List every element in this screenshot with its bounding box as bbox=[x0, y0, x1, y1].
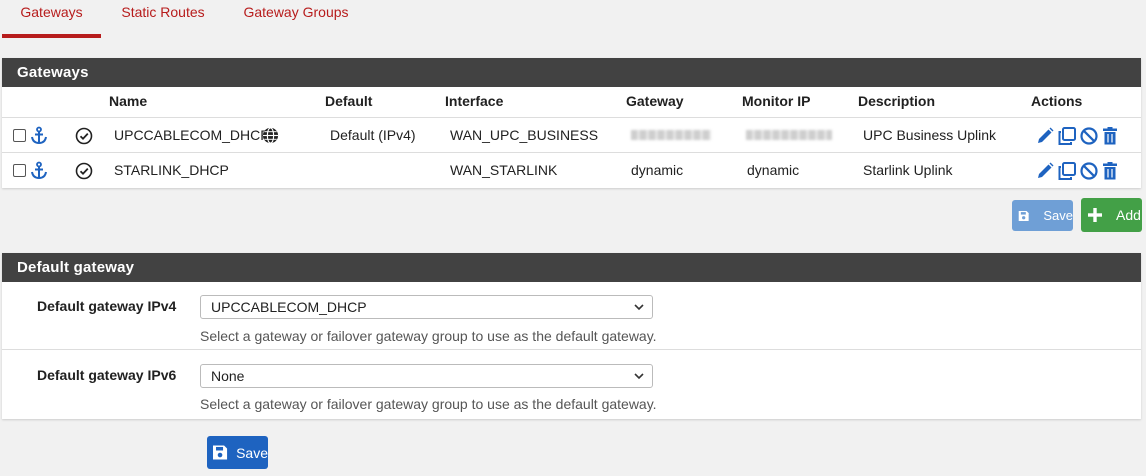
column-header-default: Default bbox=[325, 93, 373, 109]
gateway-description: UPC Business Uplink bbox=[863, 127, 997, 143]
pencil-icon[interactable] bbox=[1035, 126, 1055, 146]
gateways-panel-title: Gateways bbox=[2, 58, 1141, 87]
save-button-label: Save bbox=[236, 444, 268, 461]
column-header-description: Description bbox=[858, 93, 936, 109]
row-select-checkbox[interactable] bbox=[13, 129, 26, 142]
trash-icon[interactable] bbox=[1100, 126, 1120, 146]
column-header-gateway: Gateway bbox=[626, 93, 684, 109]
chevron-down-icon bbox=[634, 304, 644, 311]
gateway-monitor-ip bbox=[746, 118, 832, 153]
tab-static-routes[interactable]: Static Routes bbox=[103, 0, 223, 38]
gateway-default: Default (IPv4) bbox=[330, 127, 416, 143]
copy-icon[interactable] bbox=[1057, 161, 1077, 181]
redacted-monitor-ip bbox=[746, 130, 832, 140]
save-icon bbox=[213, 445, 228, 460]
tab-gateways[interactable]: Gateways bbox=[2, 0, 101, 38]
row-select-checkbox[interactable] bbox=[13, 164, 26, 177]
gateway-address: dynamic bbox=[631, 162, 684, 178]
chevron-down-icon bbox=[634, 373, 644, 380]
gateway-address bbox=[631, 118, 711, 153]
default-gateway-ipv4-select[interactable]: UPCCABLECOM_DHCP bbox=[200, 295, 653, 319]
tab-gateway-groups[interactable]: Gateway Groups bbox=[226, 0, 366, 38]
default-gateway-ipv6-select[interactable]: None bbox=[200, 364, 653, 388]
save-icon bbox=[1018, 210, 1029, 221]
anchor-icon bbox=[31, 161, 47, 180]
column-header-monitor-ip: Monitor IP bbox=[742, 93, 811, 109]
default-gateway-ipv4-help: Select a gateway or failover gateway gro… bbox=[200, 328, 657, 344]
trash-icon[interactable] bbox=[1100, 161, 1120, 181]
default-gateway-panel: Default gateway Default gateway IPv4 UPC… bbox=[2, 253, 1141, 419]
gateways-table: Name Default Interface Gateway Monitor I… bbox=[2, 87, 1141, 188]
redacted-gateway-address bbox=[631, 130, 711, 140]
gateway-name: STARLINK_DHCP bbox=[114, 162, 229, 178]
default-gateway-ipv6-label: Default gateway IPv6 bbox=[37, 367, 177, 383]
default-gateway-ipv4-value: UPCCABLECOM_DHCP bbox=[211, 299, 367, 315]
pencil-icon[interactable] bbox=[1035, 161, 1055, 181]
default-gateway-ipv6-help: Select a gateway or failover gateway gro… bbox=[200, 396, 657, 412]
save-order-button-label: Save bbox=[1043, 208, 1073, 223]
gateway-interface: WAN_UPC_BUSINESS bbox=[450, 127, 599, 143]
add-gateway-button-label: Add bbox=[1116, 207, 1141, 223]
copy-icon[interactable] bbox=[1057, 126, 1077, 146]
default-gateway-ipv4-label: Default gateway IPv4 bbox=[37, 298, 177, 314]
default-gateway-ipv6-value: None bbox=[211, 368, 245, 384]
column-header-interface: Interface bbox=[445, 93, 504, 109]
anchor-icon bbox=[31, 126, 47, 145]
default-gateway-ipv4-row: Default gateway IPv4 UPCCABLECOM_DHCP Se… bbox=[2, 282, 1141, 350]
table-row: UPCCABLECOM_DHCP Default (IPv4) WAN_UPC_… bbox=[2, 117, 1141, 152]
default-gateway-ipv6-row: Default gateway IPv6 None Select a gatew… bbox=[2, 350, 1141, 419]
disable-icon[interactable] bbox=[1079, 161, 1099, 181]
globe-icon bbox=[262, 127, 279, 144]
save-order-button[interactable]: Save bbox=[1012, 200, 1073, 231]
gateway-name: UPCCABLECOM_DHCP bbox=[114, 127, 270, 143]
column-header-actions: Actions bbox=[1031, 93, 1083, 109]
check-circle-icon bbox=[75, 127, 93, 145]
default-gateway-panel-title: Default gateway bbox=[2, 253, 1141, 282]
tab-bar: Gateways Static Routes Gateway Groups bbox=[0, 0, 1146, 38]
gateways-panel: Gateways Name Default Interface Gateway … bbox=[2, 58, 1141, 188]
plus-icon bbox=[1088, 208, 1102, 222]
add-gateway-button[interactable]: Add bbox=[1081, 198, 1142, 232]
check-circle-icon bbox=[75, 162, 93, 180]
gateway-interface: WAN_STARLINK bbox=[450, 162, 558, 178]
gateway-monitor-ip: dynamic bbox=[747, 162, 800, 178]
gateway-description: Starlink Uplink bbox=[863, 162, 953, 178]
column-header-name: Name bbox=[109, 93, 148, 109]
disable-icon[interactable] bbox=[1079, 126, 1099, 146]
save-button[interactable]: Save bbox=[207, 436, 268, 469]
table-row: STARLINK_DHCP WAN_STARLINK dynamic dynam… bbox=[2, 152, 1141, 187]
